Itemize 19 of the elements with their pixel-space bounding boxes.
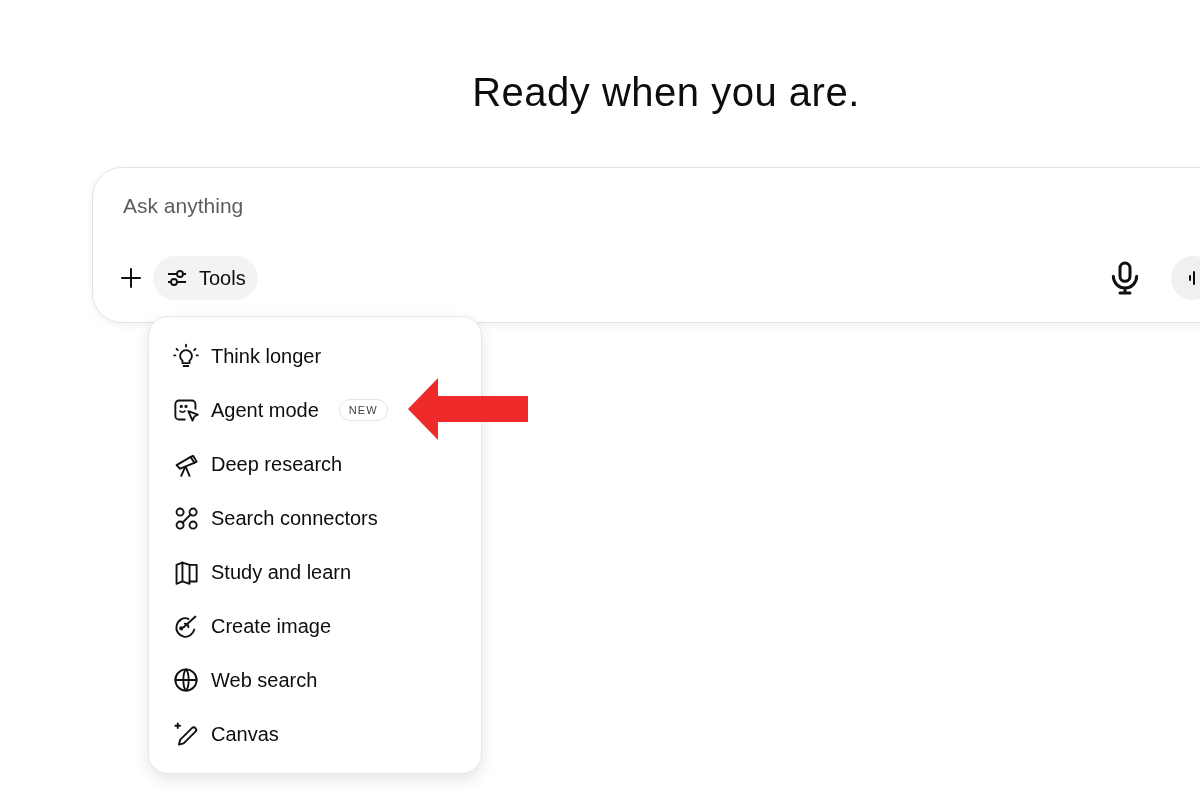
menu-item[interactable]: Web search xyxy=(157,653,334,707)
menu-item[interactable]: Create image xyxy=(157,599,348,653)
menu-item[interactable]: Canvas xyxy=(157,707,295,761)
menu-item[interactable]: Study and learn xyxy=(157,545,368,599)
menu-item-label: Create image xyxy=(211,614,332,638)
menu-item[interactable]: Think longer xyxy=(157,329,338,383)
menu-item-label: Agent mode xyxy=(211,398,319,422)
message-input[interactable]: Ask anything xyxy=(123,194,723,218)
menu-item-label: Deep research xyxy=(211,452,343,476)
menu-item-label: Canvas xyxy=(211,722,279,746)
menu-item-label: Study and learn xyxy=(211,560,352,584)
menu-item[interactable]: Deep research xyxy=(157,437,359,491)
menu-item-label: Think longer xyxy=(211,344,322,368)
menu-item[interactable]: Search connectors xyxy=(157,491,394,545)
page-heading: Ready when you are. xyxy=(472,70,860,115)
menu-item-label: Search connectors xyxy=(211,506,378,530)
menu-item-label: Web search xyxy=(211,668,318,692)
menu-item[interactable]: Agent mode NEW xyxy=(157,383,404,437)
tools-button[interactable]: Tools xyxy=(153,256,258,300)
